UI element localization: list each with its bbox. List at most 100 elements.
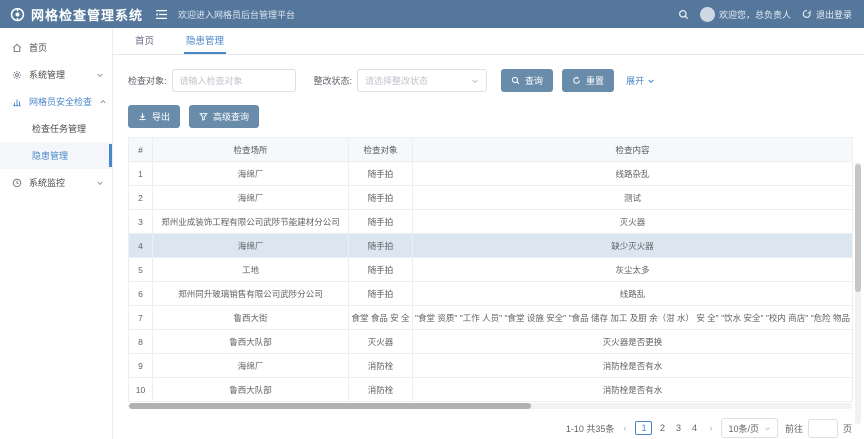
app-logo: 网格检查管理系统 [10, 5, 143, 24]
table-cell: 8 [129, 330, 153, 354]
table-cell: 灭火器是否更换 [413, 330, 853, 354]
table-cell: 1 [129, 162, 153, 186]
table-cell: 随手拍 [349, 234, 413, 258]
table-cell: 郑州业成装饰工程有限公司武陟节能建材分公司 [153, 210, 349, 234]
horizontal-scrollbar-thumb[interactable] [129, 403, 531, 409]
horizontal-scrollbar[interactable] [128, 403, 852, 409]
gear-icon [12, 70, 22, 80]
table-cell: 线路杂乱 [413, 162, 853, 186]
table-cell: 灭火器 [413, 210, 853, 234]
table-row[interactable]: 5工地随手拍灰尘太多 [129, 258, 853, 282]
header-right: 欢迎您，总负责人 退出登录 [678, 7, 852, 22]
monitor-icon [12, 178, 22, 188]
tab-home[interactable]: 首页 [133, 28, 156, 54]
table-cell: 灭火器 [349, 330, 413, 354]
page-number-button[interactable]: 4 [688, 421, 700, 435]
avatar [700, 7, 715, 22]
table-cell: 随手拍 [349, 186, 413, 210]
table-cell: 测试 [413, 186, 853, 210]
table-cell: 随手拍 [349, 282, 413, 306]
search-icon [511, 76, 520, 85]
table-cell: 工地 [153, 258, 349, 282]
sidebar-item-check-task-management[interactable]: 检查任务管理 [0, 115, 112, 142]
next-page-icon[interactable]: › [707, 423, 714, 433]
logout-button[interactable]: 退出登录 [802, 8, 852, 21]
sidebar-item-hidden-danger-management[interactable]: 隐患管理 [0, 142, 112, 169]
welcome-text: 欢迎进入网格员后台管理平台 [178, 8, 295, 21]
sidebar-item-label: 系统管理 [29, 68, 65, 81]
table-row[interactable]: 1海绵厂随手拍线路杂乱 [129, 162, 853, 186]
logo-icon [10, 7, 25, 22]
page-size-select[interactable]: 10条/页 [721, 418, 778, 438]
advanced-query-button-label: 高级查询 [213, 110, 249, 123]
rectify-status-select[interactable]: 请选择整改状态 [357, 69, 487, 92]
page-number-button[interactable]: 3 [672, 421, 684, 435]
table-row[interactable]: 6郑州同升玻璃销售有限公司武陟分公司随手拍线路乱 [129, 282, 853, 306]
page-numbers: 1234 [635, 421, 700, 435]
tab-hidden-danger[interactable]: 隐患管理 [184, 28, 226, 54]
table-cell: 随手拍 [349, 210, 413, 234]
export-button[interactable]: 导出 [128, 105, 180, 128]
chevron-down-icon [647, 77, 655, 85]
rectify-status-label: 整改状态: [314, 74, 353, 87]
search-icon[interactable] [678, 9, 689, 20]
advanced-query-button[interactable]: 高级查询 [189, 105, 259, 128]
sidebar-item-system-management[interactable]: 系统管理 [0, 61, 112, 88]
table-cell: 线路乱 [413, 282, 853, 306]
filter-funnel-icon [199, 112, 208, 121]
goto-page-input[interactable] [808, 419, 838, 438]
goto-unit-label: 页 [843, 422, 852, 435]
data-table: # 检查场所 检查对象 检查内容 1海绵厂随手拍线路杂乱2海绵厂随手拍测试3郑州… [128, 137, 853, 402]
chart-icon [12, 97, 22, 107]
tab-bar: 首页 隐患管理 [113, 28, 864, 55]
download-icon [138, 112, 147, 121]
column-header-content: 检查内容 [413, 138, 853, 162]
table-cell: 食堂 食品 安 全 [349, 306, 413, 330]
table-row[interactable]: 3郑州业成装饰工程有限公司武陟节能建材分公司随手拍灭火器 [129, 210, 853, 234]
check-object-input[interactable]: 请输入检查对象 [172, 69, 296, 92]
table-cell: 消防栓 [349, 354, 413, 378]
table-cell: 6 [129, 282, 153, 306]
sidebar-item-system-monitor[interactable]: 系统监控 [0, 169, 112, 196]
rectify-status-placeholder: 请选择整改状态 [365, 74, 428, 87]
filter-row: 检查对象: 请输入检查对象 整改状态: 请选择整改状态 查询 [128, 69, 864, 92]
table-row[interactable]: 2海绵厂随手拍测试 [129, 186, 853, 210]
table-row[interactable]: 7鲁西大街食堂 食品 安 全"食堂 资质" "工作 人员" "食堂 设施 安全"… [129, 306, 853, 330]
table-cell: 鲁西大队部 [153, 378, 349, 402]
table-cell: 3 [129, 210, 153, 234]
sidebar-item-home[interactable]: 首页 [0, 34, 112, 61]
table-cell: 消防栓是否有水 [413, 354, 853, 378]
table-row[interactable]: 10鲁西大队部消防栓消防栓是否有水 [129, 378, 853, 402]
table-row[interactable]: 8鲁西大队部灭火器灭火器是否更换 [129, 330, 853, 354]
column-header-object: 检查对象 [349, 138, 413, 162]
table-cell: 灰尘太多 [413, 258, 853, 282]
reset-button[interactable]: 重置 [562, 69, 614, 92]
table-cell: 海绵厂 [153, 186, 349, 210]
table-row[interactable]: 9海绵厂消防栓消防栓是否有水 [129, 354, 853, 378]
page-number-button[interactable]: 2 [656, 421, 668, 435]
home-icon [12, 43, 22, 53]
table-cell: 缺少灭火器 [413, 234, 853, 258]
chevron-down-icon [96, 71, 104, 79]
sidebar-item-grid-safety-check[interactable]: 网格员安全检查 [0, 88, 112, 115]
user-greeting-wrap[interactable]: 欢迎您，总负责人 [700, 7, 791, 22]
app-window: 网格检查管理系统 欢迎进入网格员后台管理平台 欢迎您，总负责人 [0, 0, 864, 439]
search-button[interactable]: 查询 [501, 69, 553, 92]
table-cell: 海绵厂 [153, 162, 349, 186]
table-row[interactable]: 4海绵厂随手拍缺少灭火器 [129, 234, 853, 258]
table-header-row: # 检查场所 检查对象 检查内容 [129, 138, 853, 162]
sidebar: 首页 系统管理 [0, 28, 113, 439]
expand-link[interactable]: 展开 [626, 74, 655, 87]
reset-button-label: 重置 [586, 74, 604, 87]
pagination-total: 1-10 共35条 [566, 422, 615, 435]
prev-page-icon[interactable]: ‹ [621, 423, 628, 433]
page-number-button[interactable]: 1 [635, 421, 652, 435]
sidebar-item-label: 系统监控 [29, 176, 65, 189]
sidebar-subitem-label: 检查任务管理 [32, 122, 86, 135]
content-area: 检查对象: 请输入检查对象 整改状态: 请选择整改状态 查询 [113, 55, 864, 439]
vertical-scrollbar-thumb[interactable] [855, 164, 861, 292]
app-title: 网格检查管理系统 [31, 5, 143, 24]
vertical-scrollbar[interactable] [855, 162, 861, 424]
top-header: 网格检查管理系统 欢迎进入网格员后台管理平台 欢迎您，总负责人 [0, 0, 864, 28]
sidebar-fold-icon[interactable] [155, 9, 168, 20]
